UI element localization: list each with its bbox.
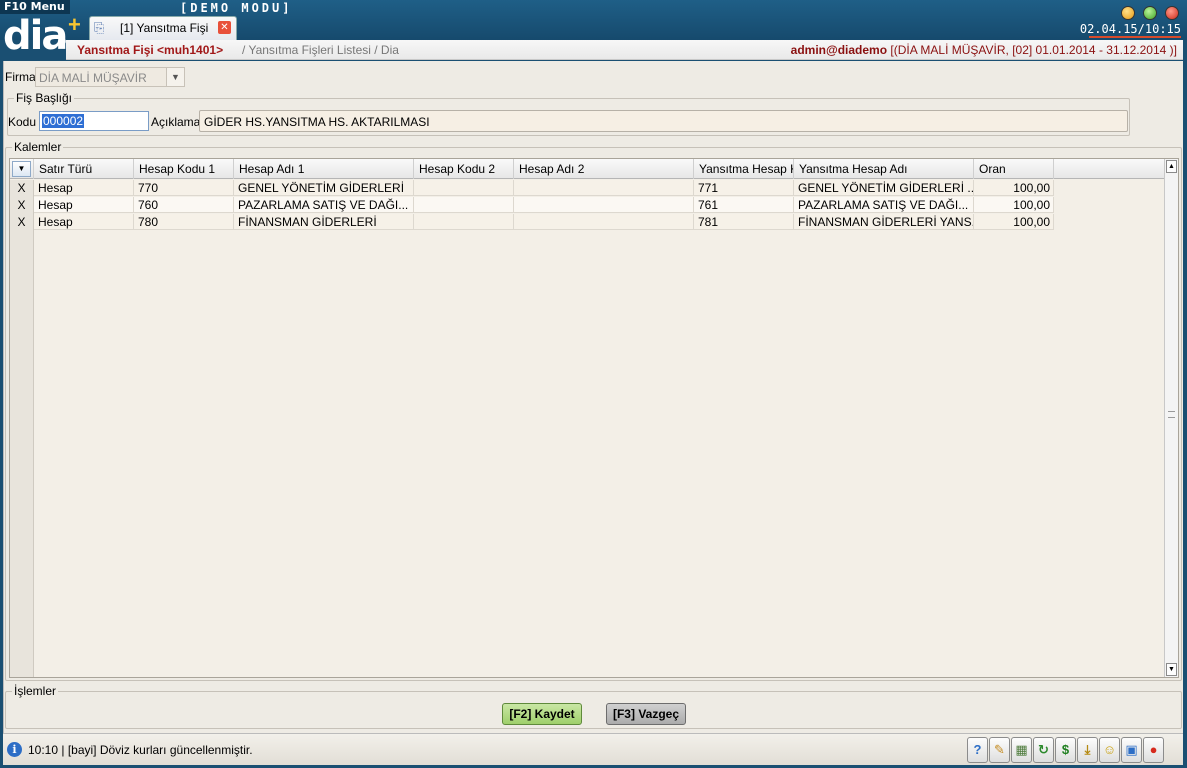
row-indicator-column bbox=[10, 180, 34, 677]
tab-yansitma-fisi[interactable]: ⎘ [1] Yansıtma Fişi ✕ bbox=[89, 16, 237, 40]
smiley-icon[interactable]: ☺ bbox=[1099, 737, 1120, 763]
user-context: admin@diademo [(DİA MALİ MÜŞAVİR, [02] 0… bbox=[791, 43, 1177, 57]
cell-hesap-adi-1[interactable]: FİNANSMAN GİDERLERİ bbox=[234, 214, 414, 230]
refresh-icon[interactable]: ↻ bbox=[1033, 737, 1054, 763]
lock-icon[interactable]: ▣ bbox=[1121, 737, 1142, 763]
kodu-label: Kodu bbox=[8, 115, 37, 129]
aciklama-field[interactable]: GİDER HS.YANSITMA HS. AKTARILMASI bbox=[199, 110, 1128, 132]
cell-hesap-adi-2[interactable] bbox=[514, 214, 694, 230]
table-row[interactable]: X Hesap 760 PAZARLAMA SATIŞ VE DAĞI... 7… bbox=[10, 197, 1054, 213]
firma-label: Firma bbox=[5, 70, 36, 84]
company-period: [(DİA MALİ MÜŞAVİR, [02] 01.01.2014 - 31… bbox=[887, 43, 1177, 57]
demo-mode-label: [DEMO MODU] bbox=[180, 1, 293, 15]
grid-menu-cell: ▼ bbox=[10, 159, 34, 179]
cell-hesap-kodu-2[interactable] bbox=[414, 197, 514, 213]
vertical-scrollbar[interactable]: ▲ ▼ bbox=[1164, 159, 1178, 677]
chevron-down-icon[interactable]: ▼ bbox=[166, 68, 184, 86]
user-name: admin@diademo bbox=[790, 43, 888, 57]
cell-yansitma-adi[interactable]: GENEL YÖNETİM GİDERLERİ ... bbox=[794, 180, 974, 196]
save-button[interactable]: [F2] Kaydet bbox=[502, 703, 582, 725]
close-tab-icon[interactable]: ✕ bbox=[218, 21, 231, 34]
cell-hesap-kodu-1[interactable]: 760 bbox=[134, 197, 234, 213]
f10-menu-button[interactable]: F10 Menu bbox=[0, 0, 70, 14]
download-icon[interactable]: ⤓ bbox=[1077, 737, 1098, 763]
cell-hesap-adi-1[interactable]: PAZARLAMA SATIŞ VE DAĞI... bbox=[234, 197, 414, 213]
row-mark[interactable]: X bbox=[10, 180, 34, 196]
page-title: Yansıtma Fişi <muh1401> bbox=[77, 43, 224, 57]
cell-hesap-kodu-2[interactable] bbox=[414, 180, 514, 196]
logo-text: dia bbox=[3, 13, 68, 59]
kodu-field[interactable]: 000002 bbox=[39, 111, 149, 131]
cell-oran[interactable]: 100,00 bbox=[974, 197, 1054, 213]
cell-yansitma-kodu[interactable]: 761 bbox=[694, 197, 794, 213]
scroll-up-icon[interactable]: ▲ bbox=[1166, 160, 1177, 173]
document-icon: ⎘ bbox=[94, 20, 105, 35]
stop-icon[interactable]: ● bbox=[1143, 737, 1164, 763]
firma-select[interactable]: DİA MALİ MÜŞAVİR ▼ bbox=[35, 67, 185, 87]
col-hesap-kodu-1[interactable]: Hesap Kodu 1 bbox=[134, 159, 234, 179]
cell-hesap-adi-2[interactable] bbox=[514, 197, 694, 213]
row-mark[interactable]: X bbox=[10, 197, 34, 213]
grid-header: ▼ Satır Türü Hesap Kodu 1 Hesap Adı 1 He… bbox=[10, 159, 1167, 179]
cell-yansitma-kodu[interactable]: 781 bbox=[694, 214, 794, 230]
col-yansitma-hesap-adi[interactable]: Yansıtma Hesap Adı bbox=[794, 159, 974, 179]
cell-oran[interactable]: 100,00 bbox=[974, 180, 1054, 196]
tab-label: [1] Yansıtma Fişi bbox=[120, 21, 209, 35]
date-time-display: 02.04.15/10:15 bbox=[1079, 22, 1181, 36]
breadcrumb: Yansıtma Fişi <muh1401> / Yansıtma Fişle… bbox=[66, 40, 1183, 60]
dia-logo: dia ® bbox=[3, 13, 68, 59]
kodu-value: 000002 bbox=[42, 114, 85, 128]
islemler-group: İşlemler bbox=[5, 684, 1182, 729]
info-icon: i bbox=[7, 742, 22, 757]
kalemler-title: Kalemler bbox=[12, 140, 64, 154]
status-bar: i 10:10 | [bayi] Döviz kurları güncellen… bbox=[3, 733, 1183, 765]
aciklama-label: Açıklama bbox=[151, 115, 201, 129]
help-icon[interactable]: ? bbox=[967, 737, 988, 763]
islemler-title: İşlemler bbox=[12, 684, 59, 698]
breadcrumb-path: / Yansıtma Fişleri Listesi / Dia bbox=[242, 43, 399, 57]
top-bar: F10 Menu [DEMO MODU] + ⎘ [1] Yansıtma Fi… bbox=[0, 0, 1187, 40]
cancel-button[interactable]: [F3] Vazgeç bbox=[606, 703, 686, 725]
status-message: 10:10 | [bayi] Döviz kurları güncellenmi… bbox=[28, 743, 253, 757]
cell-yansitma-adi[interactable]: PAZARLAMA SATIŞ VE DAĞI... bbox=[794, 197, 974, 213]
close-window-icon[interactable] bbox=[1165, 6, 1179, 20]
cell-satir-turu[interactable]: Hesap bbox=[34, 180, 134, 196]
aciklama-value: GİDER HS.YANSITMA HS. AKTARILMASI bbox=[204, 115, 430, 129]
table-row[interactable]: X Hesap 780 FİNANSMAN GİDERLERİ 781 FİNA… bbox=[10, 214, 1054, 230]
row-mark[interactable]: X bbox=[10, 214, 34, 230]
cell-hesap-kodu-1[interactable]: 770 bbox=[134, 180, 234, 196]
cell-satir-turu[interactable]: Hesap bbox=[34, 197, 134, 213]
currency-icon[interactable]: $ bbox=[1055, 737, 1076, 763]
cell-hesap-kodu-2[interactable] bbox=[414, 214, 514, 230]
col-yansitma-hesap-kodu[interactable]: Yansıtma Hesap K bbox=[694, 159, 794, 179]
col-oran[interactable]: Oran bbox=[974, 159, 1054, 179]
cell-yansitma-adi[interactable]: FİNANSMAN GİDERLERİ YANS... bbox=[794, 214, 974, 230]
cell-hesap-adi-1[interactable]: GENEL YÖNETİM GİDERLERİ bbox=[234, 180, 414, 196]
col-hesap-kodu-2[interactable]: Hesap Kodu 2 bbox=[414, 159, 514, 179]
main-content: Firma DİA MALİ MÜŞAVİR ▼ Fiş Başlığı Kod… bbox=[3, 61, 1183, 733]
scroll-grip-icon[interactable] bbox=[1168, 411, 1175, 418]
cell-yansitma-kodu[interactable]: 771 bbox=[694, 180, 794, 196]
maximize-icon[interactable] bbox=[1143, 6, 1157, 20]
add-tab-icon[interactable]: + bbox=[68, 14, 81, 36]
cell-oran[interactable]: 100,00 bbox=[974, 214, 1054, 230]
col-satir-turu[interactable]: Satır Türü bbox=[34, 159, 134, 179]
cell-hesap-adi-2[interactable] bbox=[514, 180, 694, 196]
table-row[interactable]: X Hesap 770 GENEL YÖNETİM GİDERLERİ 771 … bbox=[10, 180, 1054, 196]
items-grid[interactable]: ▼ Satır Türü Hesap Kodu 1 Hesap Adı 1 He… bbox=[9, 158, 1179, 678]
cell-satir-turu[interactable]: Hesap bbox=[34, 214, 134, 230]
col-hesap-adi-1[interactable]: Hesap Adı 1 bbox=[234, 159, 414, 179]
wrench-icon[interactable]: ✎ bbox=[989, 737, 1010, 763]
firma-value: DİA MALİ MÜŞAVİR bbox=[39, 71, 147, 85]
scroll-down-icon[interactable]: ▼ bbox=[1166, 663, 1177, 676]
col-hesap-adi-2[interactable]: Hesap Adı 2 bbox=[514, 159, 694, 179]
minimize-icon[interactable] bbox=[1121, 6, 1135, 20]
calculator-icon[interactable]: ▦ bbox=[1011, 737, 1032, 763]
cell-hesap-kodu-1[interactable]: 780 bbox=[134, 214, 234, 230]
fis-basligi-title: Fiş Başlığı bbox=[14, 91, 75, 105]
column-menu-icon[interactable]: ▼ bbox=[12, 161, 31, 177]
clock-underline bbox=[1089, 36, 1181, 38]
